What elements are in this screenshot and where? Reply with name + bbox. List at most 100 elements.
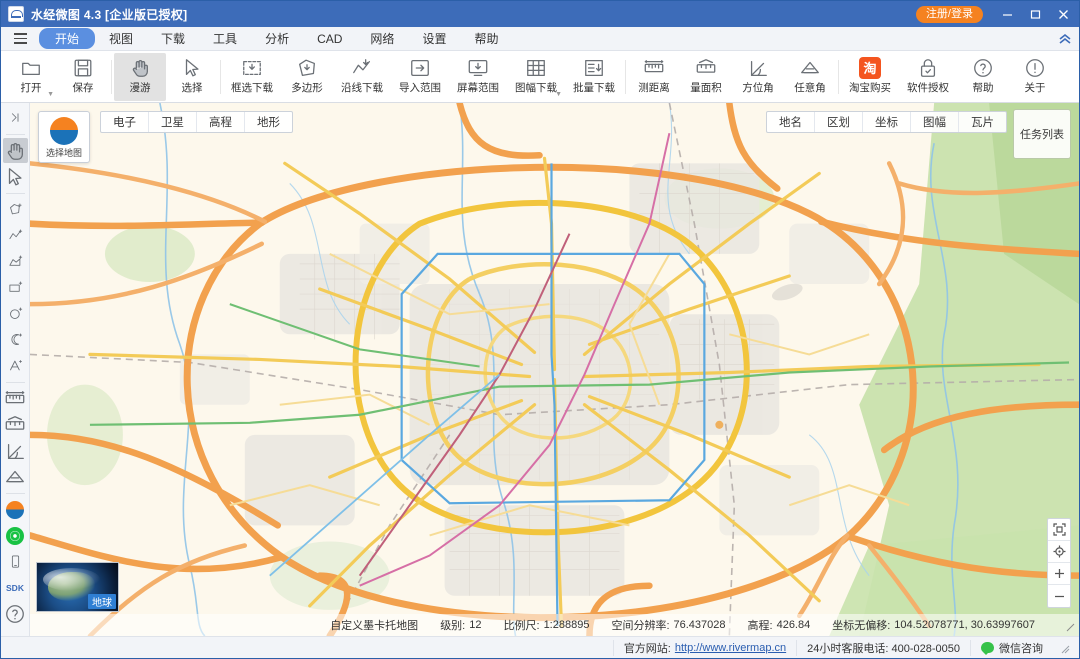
ribbon-button-polygon-download[interactable]: 多边形 [281, 53, 333, 101]
rail-button-arbitrary-angle[interactable] [3, 464, 28, 489]
rail-button-wechat-green[interactable]: ⦿ [3, 523, 28, 548]
map-tab-2[interactable]: 坐标 [863, 112, 911, 132]
rail-button-text-label[interactable] [3, 353, 28, 378]
rail-button-mobile-device[interactable] [3, 549, 28, 574]
ribbon-button-label: 屏幕范围 [457, 81, 499, 94]
globe-cloud-overlay [43, 567, 101, 591]
login-register-button[interactable]: 注册/登录 [915, 5, 983, 23]
globe-thumbnail[interactable]: 地球 [36, 562, 119, 612]
ribbon-button-folder-open[interactable]: 打开 ▼ [5, 53, 57, 101]
ribbon-button-azimuth[interactable]: 方位角 [732, 53, 784, 101]
ribbon-button-info-circle[interactable]: 关于 [1009, 53, 1061, 101]
resize-grip-icon[interactable] [1059, 642, 1071, 654]
rail-button-expand-right[interactable] [3, 105, 28, 130]
menu-item-8[interactable]: 帮助 [460, 28, 512, 49]
polyline-download-icon [350, 56, 374, 80]
ribbon-separator [111, 59, 112, 94]
hamburger-icon[interactable] [7, 29, 33, 49]
ribbon-button-lock-license[interactable]: 软件授权 [899, 53, 957, 101]
menu-item-2[interactable]: 下载 [147, 28, 199, 49]
ribbon-button-taobao[interactable]: 淘淘宝购买 [841, 53, 899, 101]
map-tab-2[interactable]: 高程 [197, 112, 245, 132]
ribbon-button-rect-download[interactable]: 框选下载 [223, 53, 281, 101]
rail-button-azimuth[interactable] [3, 438, 28, 463]
ribbon-button-screen-range[interactable]: 屏幕范围 [449, 53, 507, 101]
ribbon-button-polyline-download[interactable]: 沿线下载 [333, 53, 391, 101]
map-tab-3[interactable]: 图幅 [911, 112, 959, 132]
ribbon-button-save-disk[interactable]: 保存 [57, 53, 109, 101]
rail-button-help-circle[interactable] [3, 601, 28, 626]
official-site-label: 官方网站: [623, 642, 671, 655]
ribbon-button-measure-distance[interactable]: 测距离 [628, 53, 680, 101]
chevron-down-icon[interactable]: ▼ [47, 91, 54, 98]
status-projection: 自定义墨卡托地图 [330, 620, 419, 632]
rail-button-cursor-arrow[interactable] [3, 164, 28, 189]
map-tab-3[interactable]: 地形 [245, 112, 292, 132]
measure-area-icon [694, 56, 718, 80]
map-tab-1[interactable]: 卫星 [149, 112, 197, 132]
locate-crosshair-icon[interactable] [1048, 541, 1070, 563]
map-canvas[interactable]: 选择地图 电子 卫星 高程 地形 地名 区划 坐标 图幅 瓦片 任务列表 地球 … [30, 103, 1079, 636]
ribbon-button-help-circle[interactable]: 帮助 [957, 53, 1009, 101]
close-button[interactable] [1049, 2, 1077, 26]
menu-item-3[interactable]: 工具 [199, 28, 251, 49]
ribbon-button-import-range[interactable]: 导入范围 [391, 53, 449, 101]
zoom-out-icon[interactable] [1048, 585, 1070, 607]
zoom-in-icon[interactable] [1048, 563, 1070, 585]
map-source-picker[interactable]: 选择地图 [38, 111, 90, 163]
ribbon-button-cursor-arrow[interactable]: 选择 [166, 53, 218, 101]
official-site-link[interactable]: http://www.rivermap.cn [675, 642, 786, 654]
map-tab-0[interactable]: 电子 [101, 112, 149, 132]
rail-button-arc-add[interactable] [3, 327, 28, 352]
ribbon-button-label: 帮助 [972, 81, 994, 94]
rail-button-hand-pan[interactable] [2, 138, 28, 163]
task-list-button[interactable]: 任务列表 [1013, 109, 1071, 159]
fit-extent-icon[interactable] [1048, 519, 1070, 541]
ribbon-button-label: 淘宝购买 [849, 81, 891, 94]
ribbon-button-sheet-download[interactable]: 图幅下载 ▼ [507, 53, 565, 101]
ribbon-button-label: 量面积 [690, 81, 722, 94]
rail-button-circle-add[interactable] [3, 301, 28, 326]
menu-item-1[interactable]: 视图 [95, 28, 147, 49]
rail-button-measure-area[interactable] [3, 412, 28, 437]
ribbon-separator [625, 59, 626, 94]
ribbon-button-hand-pan[interactable]: 漫游 [114, 52, 166, 101]
taobao-icon: 淘 [858, 56, 882, 80]
ribbon-button-measure-area[interactable]: 量面积 [680, 53, 732, 101]
wechat-icon [981, 642, 994, 655]
menu-item-6[interactable]: 网络 [356, 28, 408, 49]
sdk-text-icon: SDK [6, 582, 24, 593]
folder-open-icon [19, 56, 43, 80]
map-tab-0[interactable]: 地名 [767, 112, 815, 132]
ribbon-button-label: 框选下载 [231, 81, 273, 94]
wechat-consult-cell[interactable]: 微信咨询 [970, 639, 1053, 656]
rail-button-measure-distance[interactable] [3, 386, 28, 411]
ribbon-button-label: 选择 [181, 81, 203, 94]
azimuth-icon [746, 56, 770, 80]
rail-button-sdk-text[interactable]: SDK [3, 575, 28, 600]
ribbon-button-batch-download[interactable]: 批量下载 [565, 53, 623, 101]
menu-item-7[interactable]: 设置 [408, 28, 460, 49]
rail-separator [5, 493, 25, 494]
ribbon-button-arbitrary-angle[interactable]: 任意角 [784, 53, 836, 101]
menu-item-0[interactable]: 开始 [39, 28, 96, 49]
chevron-down-icon[interactable]: ▼ [555, 91, 562, 98]
rail-button-rivermap-logo[interactable] [3, 497, 28, 522]
maximize-button[interactable] [1021, 2, 1049, 26]
rivermap-logo-icon [6, 500, 24, 519]
batch-download-icon [582, 56, 606, 80]
rail-button-polygon-add[interactable] [3, 197, 28, 222]
menu-bar: 开始 视图 下载 工具 分析 CAD 网络 设置 帮助 [1, 27, 1079, 51]
rail-button-area-add[interactable] [3, 249, 28, 274]
rail-button-polyline-add[interactable] [3, 223, 28, 248]
main-body: ⦿ SDK 选择地图 电子 卫星 高程 地形 地名 区划 坐标 图幅 瓦片 任务… [1, 103, 1079, 636]
menu-item-4[interactable]: 分析 [251, 28, 303, 49]
map-tab-4[interactable]: 瓦片 [959, 112, 1006, 132]
rail-separator [5, 382, 25, 383]
rail-button-rectangle-add[interactable] [3, 275, 28, 300]
map-tab-1[interactable]: 区划 [815, 112, 863, 132]
chevron-double-up-icon[interactable] [1051, 28, 1079, 50]
minimize-button[interactable] [993, 2, 1021, 26]
menu-item-5[interactable]: CAD [303, 30, 356, 48]
wechat-consult-label: 微信咨询 [999, 642, 1043, 655]
